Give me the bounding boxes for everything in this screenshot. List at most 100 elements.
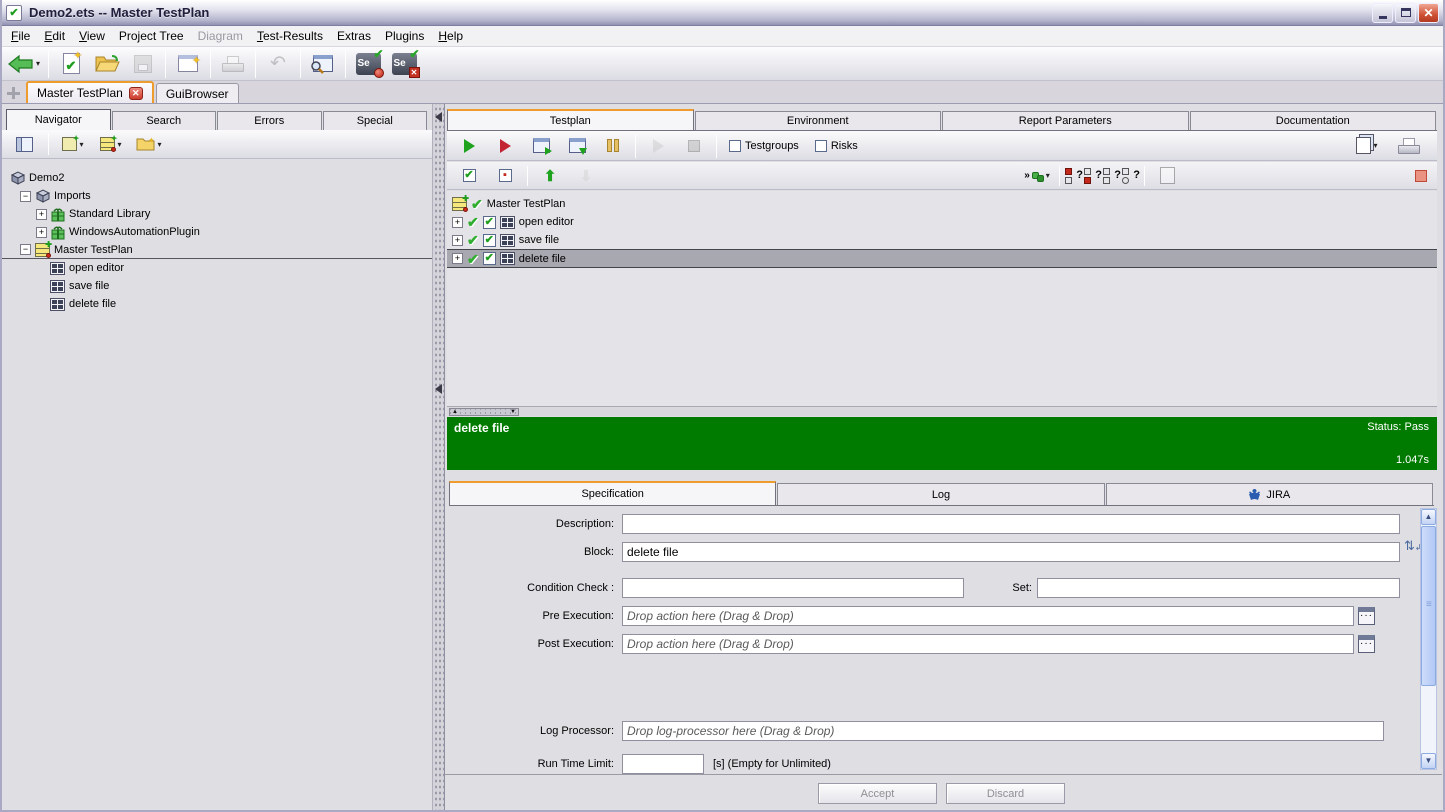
tab-guibrowser[interactable]: GuiBrowser bbox=[156, 83, 239, 103]
tab-testplan[interactable]: Testplan bbox=[447, 109, 694, 130]
dock-handle-icon[interactable] bbox=[6, 86, 20, 100]
menu-project-tree[interactable]: Project Tree bbox=[112, 27, 191, 45]
tab-search[interactable]: Search bbox=[112, 111, 217, 130]
selenium-stop-button[interactable]: Se✔✕ bbox=[386, 49, 422, 79]
collapse-left-icon[interactable] bbox=[435, 384, 442, 394]
scroll-down-icon[interactable]: ▼ bbox=[1421, 753, 1436, 769]
testplan-root-row[interactable]: ✚ ✔ Master TestPlan bbox=[447, 195, 1437, 213]
print-report-button[interactable] bbox=[1391, 131, 1427, 161]
expand-icon[interactable]: + bbox=[36, 227, 47, 238]
discard-button[interactable]: Discard bbox=[946, 783, 1065, 804]
tab-jira[interactable]: JIRA bbox=[1106, 483, 1433, 505]
menu-extras[interactable]: Extras bbox=[330, 27, 378, 45]
tree-item-save-file[interactable]: save file bbox=[2, 277, 432, 295]
breakpoint-clear-button[interactable]: ? bbox=[1083, 168, 1102, 184]
minimize-button[interactable] bbox=[1372, 3, 1393, 23]
run-button[interactable] bbox=[451, 131, 487, 161]
expand-icon[interactable]: + bbox=[452, 217, 463, 228]
post-execution-drop-field[interactable] bbox=[622, 634, 1354, 654]
breakpoint-disable-button[interactable]: ? bbox=[1102, 168, 1121, 184]
pane-splitter[interactable] bbox=[432, 104, 445, 810]
toggle-details-button[interactable] bbox=[6, 132, 42, 156]
pre-execution-browse-button[interactable]: ··· bbox=[1358, 607, 1375, 625]
tree-item-standard-library[interactable]: + Standard Library bbox=[2, 205, 432, 223]
tab-specification[interactable]: Specification bbox=[449, 481, 776, 505]
expand-icon[interactable]: + bbox=[36, 209, 47, 220]
new-testplan-button[interactable]: ✔✦ bbox=[53, 49, 89, 79]
tree-item-imports[interactable]: − Imports bbox=[2, 187, 432, 205]
risks-checkbox[interactable]: Risks bbox=[807, 134, 866, 158]
menu-edit[interactable]: Edit bbox=[37, 27, 72, 45]
testplan-row-delete-file[interactable]: + ✔ ✔ delete file bbox=[447, 249, 1437, 268]
gui-browser-button[interactable] bbox=[305, 49, 341, 79]
tab-environment[interactable]: Environment bbox=[695, 111, 942, 130]
checkbox-icon[interactable] bbox=[815, 140, 827, 152]
expand-icon[interactable]: + bbox=[452, 235, 463, 246]
condition-check-input[interactable] bbox=[622, 578, 964, 598]
tree-item-delete-file[interactable]: delete file bbox=[2, 295, 432, 313]
scroll-up-icon[interactable]: ▲ bbox=[1421, 509, 1436, 525]
close-tab-icon[interactable]: ✕ bbox=[129, 87, 143, 100]
checkbox-icon[interactable] bbox=[729, 140, 741, 152]
tab-master-testplan[interactable]: Master TestPlan ✕ bbox=[26, 81, 154, 103]
collapse-handle[interactable]: ▲▼ bbox=[449, 408, 519, 416]
tab-errors[interactable]: Errors bbox=[217, 111, 322, 130]
new-testcase-button[interactable]: ✦ ▾ bbox=[93, 132, 129, 156]
description-input[interactable] bbox=[622, 514, 1400, 534]
tab-special[interactable]: Special bbox=[323, 111, 428, 130]
tab-log[interactable]: Log bbox=[777, 483, 1104, 505]
block-input[interactable] bbox=[622, 542, 1400, 562]
breakpoint-condition-button[interactable]: ? bbox=[1121, 168, 1140, 184]
collapse-icon[interactable]: − bbox=[20, 191, 31, 202]
move-up-button[interactable]: ⬆ bbox=[532, 164, 568, 188]
testplan-row-open-editor[interactable]: + ✔ ✔ open editor bbox=[447, 213, 1437, 231]
tree-item-project[interactable]: Demo2 bbox=[2, 169, 432, 187]
tree-item-master-testplan[interactable]: − ✚ Master TestPlan bbox=[2, 241, 432, 259]
open-button[interactable] bbox=[89, 49, 125, 79]
breakpoint-set-button[interactable]: ? bbox=[1064, 168, 1083, 184]
run-time-limit-input[interactable] bbox=[622, 754, 704, 774]
menu-plugins[interactable]: Plugins bbox=[378, 27, 431, 45]
testplan-row-save-file[interactable]: + ✔ ✔ save file bbox=[447, 231, 1437, 249]
collapse-icon[interactable]: − bbox=[20, 244, 31, 255]
set-input[interactable] bbox=[1037, 578, 1400, 598]
collapse-left-icon[interactable] bbox=[435, 112, 442, 122]
disable-all-button[interactable]: ▪ bbox=[487, 164, 523, 188]
enabled-checkbox[interactable]: ✔ bbox=[483, 216, 496, 229]
new-window-button[interactable]: ✦ bbox=[170, 49, 206, 79]
selenium-record-button[interactable]: Se✔ bbox=[350, 49, 386, 79]
new-folder-button[interactable]: ✦ ▾ bbox=[131, 132, 167, 156]
close-button[interactable]: ✕ bbox=[1418, 3, 1439, 23]
pause-button[interactable] bbox=[595, 131, 631, 161]
tab-report-parameters[interactable]: Report Parameters bbox=[942, 111, 1189, 130]
testgroups-checkbox[interactable]: Testgroups bbox=[721, 134, 807, 158]
pre-execution-drop-field[interactable] bbox=[622, 606, 1354, 626]
new-testplan-item-button[interactable]: ✦ ▾ bbox=[55, 132, 91, 156]
expand-icon[interactable]: + bbox=[452, 253, 463, 264]
goto-block-icon[interactable]: ⇅↲ bbox=[1404, 538, 1422, 554]
tree-item-windows-automation-plugin[interactable]: + WindowsAutomationPlugin bbox=[2, 223, 432, 241]
enabled-checkbox[interactable]: ✔ bbox=[483, 252, 496, 265]
accept-button[interactable]: Accept bbox=[818, 783, 937, 804]
report-button[interactable]: ▾ bbox=[1349, 131, 1385, 161]
back-button[interactable]: ▾ bbox=[4, 49, 44, 79]
new-grid-icon: ✦ bbox=[62, 137, 77, 151]
maximize-button[interactable] bbox=[1395, 3, 1416, 23]
enable-all-button[interactable]: ✔ bbox=[451, 164, 487, 188]
menu-file[interactable]: File bbox=[4, 27, 37, 45]
post-execution-browse-button[interactable]: ··· bbox=[1358, 635, 1375, 653]
enabled-checkbox[interactable]: ✔ bbox=[483, 234, 496, 247]
tab-documentation[interactable]: Documentation bbox=[1190, 111, 1437, 130]
scrollbar-thumb[interactable] bbox=[1421, 526, 1436, 686]
run-with-debug-button[interactable] bbox=[487, 131, 523, 161]
form-scrollbar[interactable]: ▲ ▼ bbox=[1420, 508, 1437, 770]
run-from-here-button[interactable] bbox=[559, 131, 595, 161]
tab-navigator[interactable]: Navigator bbox=[6, 109, 111, 130]
menu-help[interactable]: Help bbox=[431, 27, 470, 45]
tree-item-open-editor[interactable]: open editor bbox=[2, 259, 432, 277]
log-processor-drop-field[interactable] bbox=[622, 721, 1384, 741]
run-selected-button[interactable] bbox=[523, 131, 559, 161]
menu-test-results[interactable]: Test-Results bbox=[250, 27, 330, 45]
menu-view[interactable]: View bbox=[72, 27, 112, 45]
follow-execution-button[interactable]: » ▾ bbox=[1019, 164, 1055, 188]
